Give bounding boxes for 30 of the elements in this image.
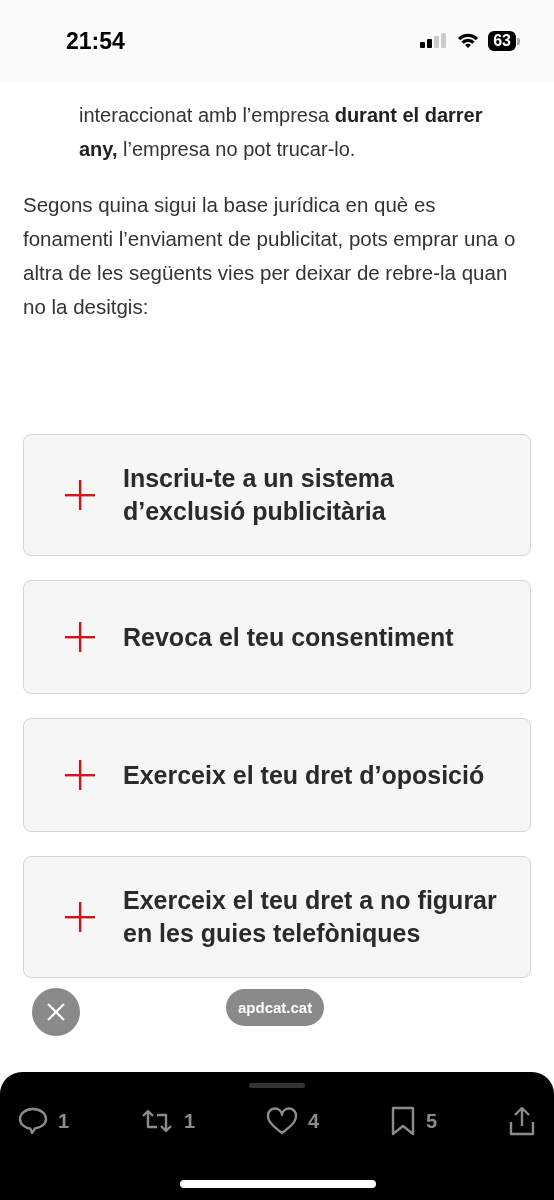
close-button[interactable] <box>32 988 80 1036</box>
accordion-item[interactable]: Exerceix el teu dret d’oposició <box>23 718 531 832</box>
accordion-item[interactable]: Exerceix el teu dret a no figurar en les guies telefòniques <box>23 856 531 978</box>
like-button[interactable]: 4 <box>266 1106 320 1136</box>
accordion-title: Inscriu-te a un sistema d’exclusió publicitària <box>123 463 395 527</box>
paragraph: interaccionat amb l’empresa durant el darrer any, l’empresa no pot trucar-lo. <box>78 103 484 162</box>
accordion-title: Revoca el teu consentiment <box>123 621 454 653</box>
bookmark-icon <box>390 1106 416 1136</box>
plus-icon <box>64 901 96 933</box>
accordion-item[interactable]: Inscriu-te a un sistema d’exclusió publicitària <box>23 434 531 556</box>
accordion-title: Exerceix el teu dret d’oposició <box>123 759 485 791</box>
share-button[interactable] <box>508 1106 536 1136</box>
share-icon <box>508 1106 536 1136</box>
accordion-item[interactable]: Revoca el teu consentiment <box>23 580 531 694</box>
repost-button[interactable]: 1 <box>140 1106 196 1136</box>
speech-bubble-icon <box>18 1107 48 1135</box>
plus-icon <box>64 621 96 653</box>
domain-pill[interactable]: apdcat.cat <box>226 989 325 1026</box>
cellular-signal-icon <box>420 32 449 50</box>
plus-icon <box>64 759 96 791</box>
reply-button[interactable]: 1 <box>18 1106 70 1136</box>
bookmark-button[interactable]: 5 <box>390 1106 438 1136</box>
heart-icon <box>266 1107 298 1135</box>
close-icon <box>46 1002 66 1022</box>
battery-level: 63 <box>493 32 511 49</box>
clock: 21:54 <box>66 27 125 55</box>
repost-icon <box>140 1107 174 1135</box>
paragraph: Segons quina sigui la base jurídica en què es fonamenti l’enviament de publicitat, pots emprar una o altra de les següents vies per deixar de rebre-la quan no la desitgis: <box>23 192 517 320</box>
accordion-title: Exerceix el teu dret a no figurar en les guies telefòniques <box>123 885 498 949</box>
plus-icon <box>64 479 96 511</box>
